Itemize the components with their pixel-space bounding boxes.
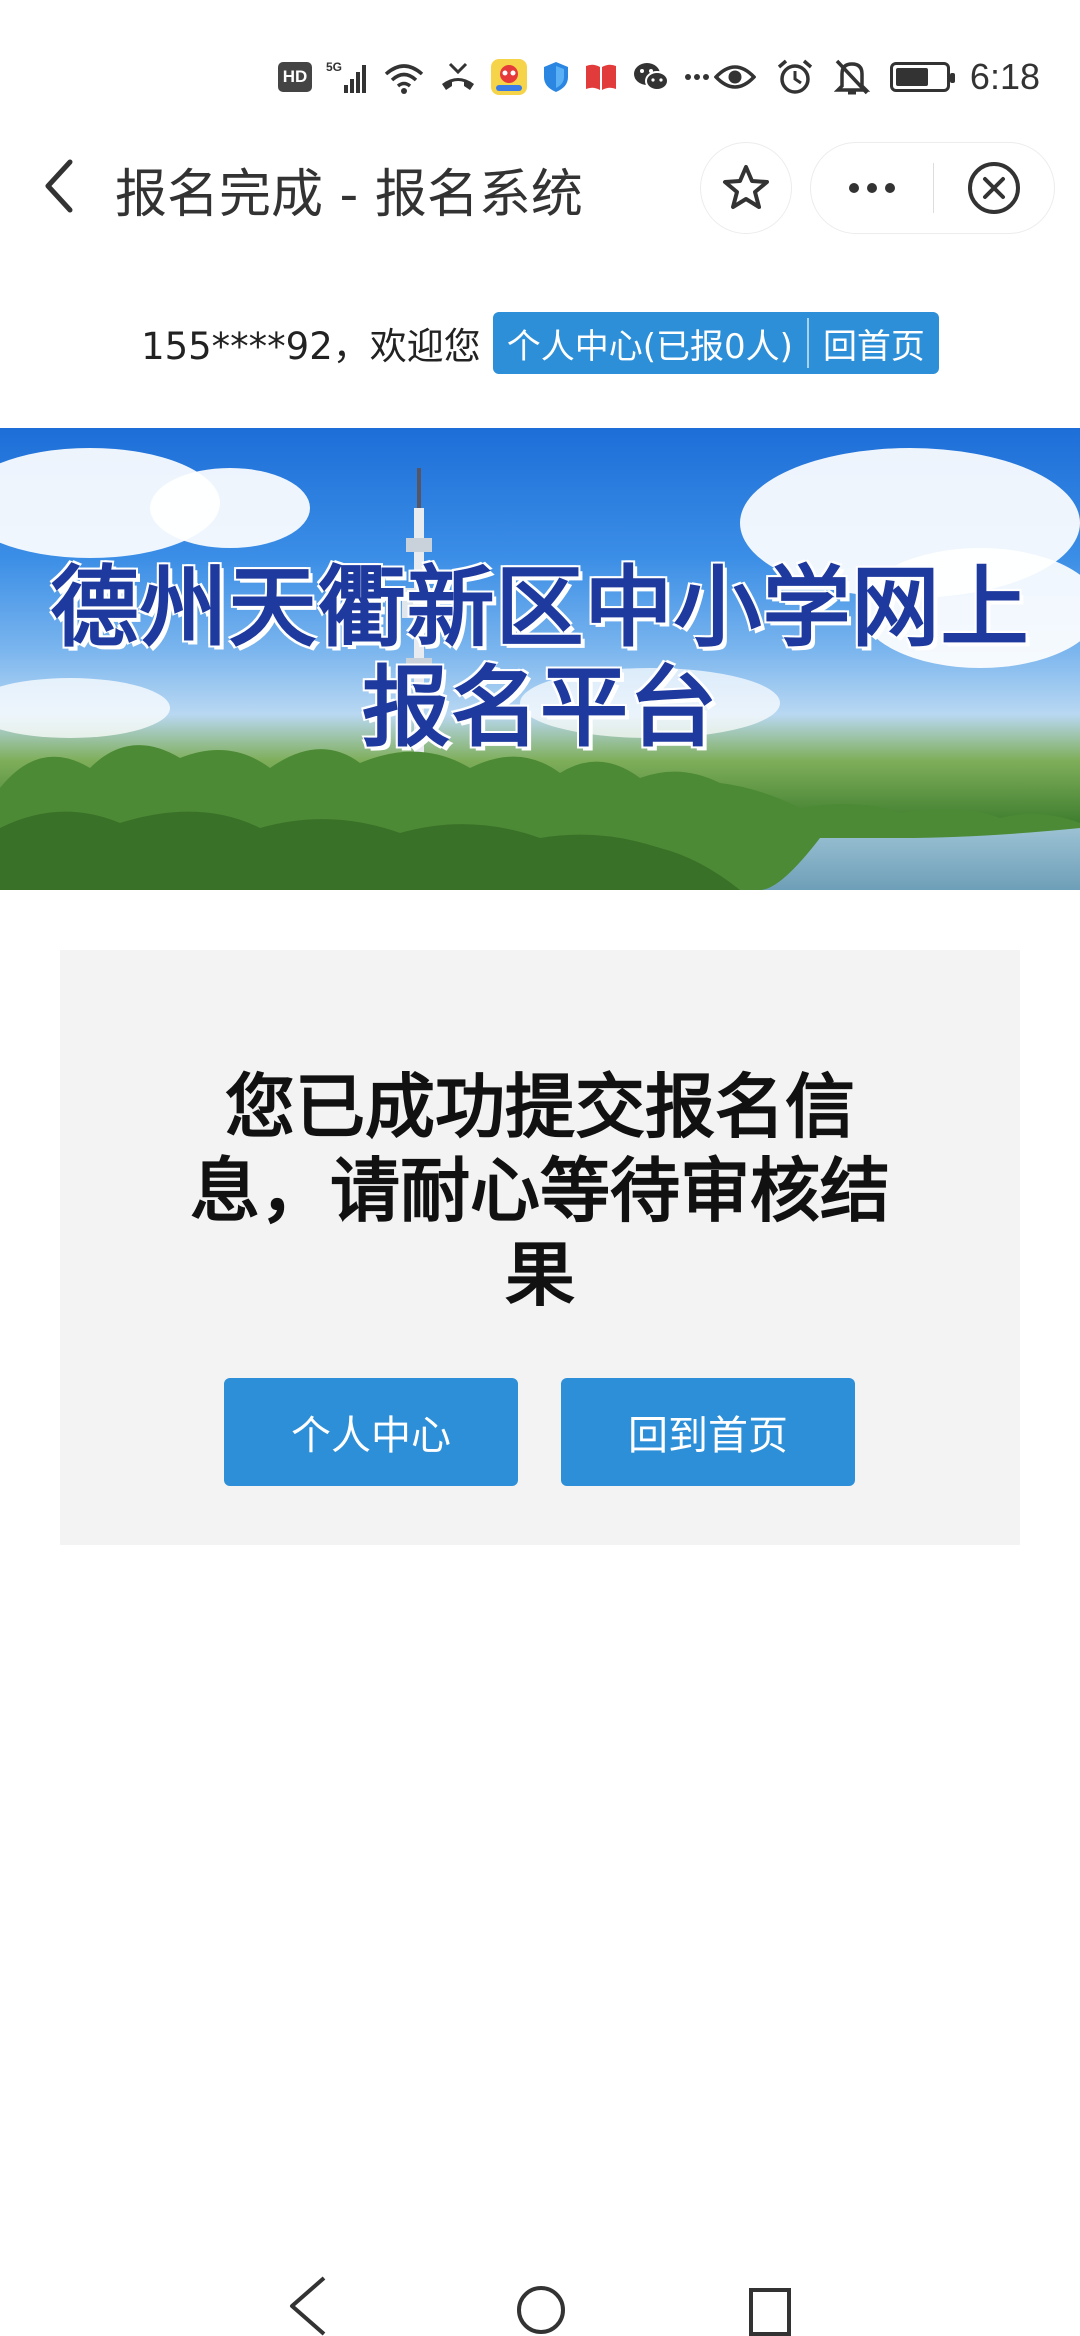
home-link[interactable]: 回首页: [809, 312, 939, 374]
missed-call-icon: [440, 60, 476, 94]
welcome-row: 155****92，欢迎您 个人中心(已报0人) 回首页: [0, 312, 1080, 374]
status-right-icons: 6:18: [713, 52, 1040, 102]
back-home-button[interactable]: 回到首页: [561, 1378, 855, 1486]
alarm-icon: [776, 58, 814, 96]
status-left-icons: HD 5G: [278, 52, 710, 102]
wifi-icon: [382, 60, 426, 94]
close-icon: [968, 162, 1021, 214]
personal-center-button[interactable]: 个人中心: [224, 1378, 518, 1486]
welcome-text: 155****92，欢迎您: [141, 325, 481, 368]
close-button[interactable]: [934, 142, 1054, 234]
banner-title-line1: 德州天衢新区中小学网上: [50, 556, 1030, 659]
status-time: 6:18: [969, 56, 1040, 97]
network-type-label: 5G: [326, 60, 342, 74]
result-message: 您已成功提交报名信息，请耐心等待审核结果: [190, 1066, 890, 1316]
status-bar: HD 5G 6:18: [0, 0, 1080, 150]
banner-title-line2: 报名平台: [361, 656, 718, 759]
star-icon: [723, 165, 769, 209]
back-triangle-icon[interactable]: [284, 2270, 334, 2336]
favorite-button[interactable]: [700, 142, 792, 234]
mute-icon: [833, 58, 870, 96]
banner: 德州天衢新区中小学网上 报名平台: [0, 428, 1080, 890]
banner-title: 德州天衢新区中小学网上 报名平台: [0, 558, 1080, 758]
back-icon: [45, 159, 73, 213]
personal-center-link[interactable]: 个人中心(已报0人): [493, 312, 807, 374]
book-icon: [584, 62, 618, 92]
page-title: 报名完成 - 报名系统: [115, 165, 583, 225]
more-notifications-icon: [684, 72, 710, 82]
more-icon: [848, 183, 859, 193]
shield-icon: [542, 60, 570, 94]
system-navigation-bar: [0, 2270, 1080, 2336]
home-circle-icon[interactable]: [515, 2270, 567, 2336]
welcome-buttons: 个人中心(已报0人) 回首页: [492, 312, 939, 374]
wechat-icon: [632, 60, 670, 94]
banner-cloud: [150, 468, 310, 548]
eye-icon: [713, 63, 756, 91]
result-card: 您已成功提交报名信息，请耐心等待审核结果 个人中心 回到首页: [60, 950, 1020, 1545]
app-notification-icon: [490, 58, 528, 96]
battery-icon: [889, 62, 955, 92]
nav-bar: 报名完成 - 报名系统: [0, 130, 1080, 242]
hd-icon: HD: [278, 62, 312, 92]
mini-program-capsule: [810, 142, 1055, 234]
more-button[interactable]: [811, 142, 933, 234]
back-button[interactable]: [30, 156, 90, 216]
signal-5g-icon: 5G: [326, 59, 368, 95]
recents-square-icon[interactable]: [745, 2270, 795, 2336]
